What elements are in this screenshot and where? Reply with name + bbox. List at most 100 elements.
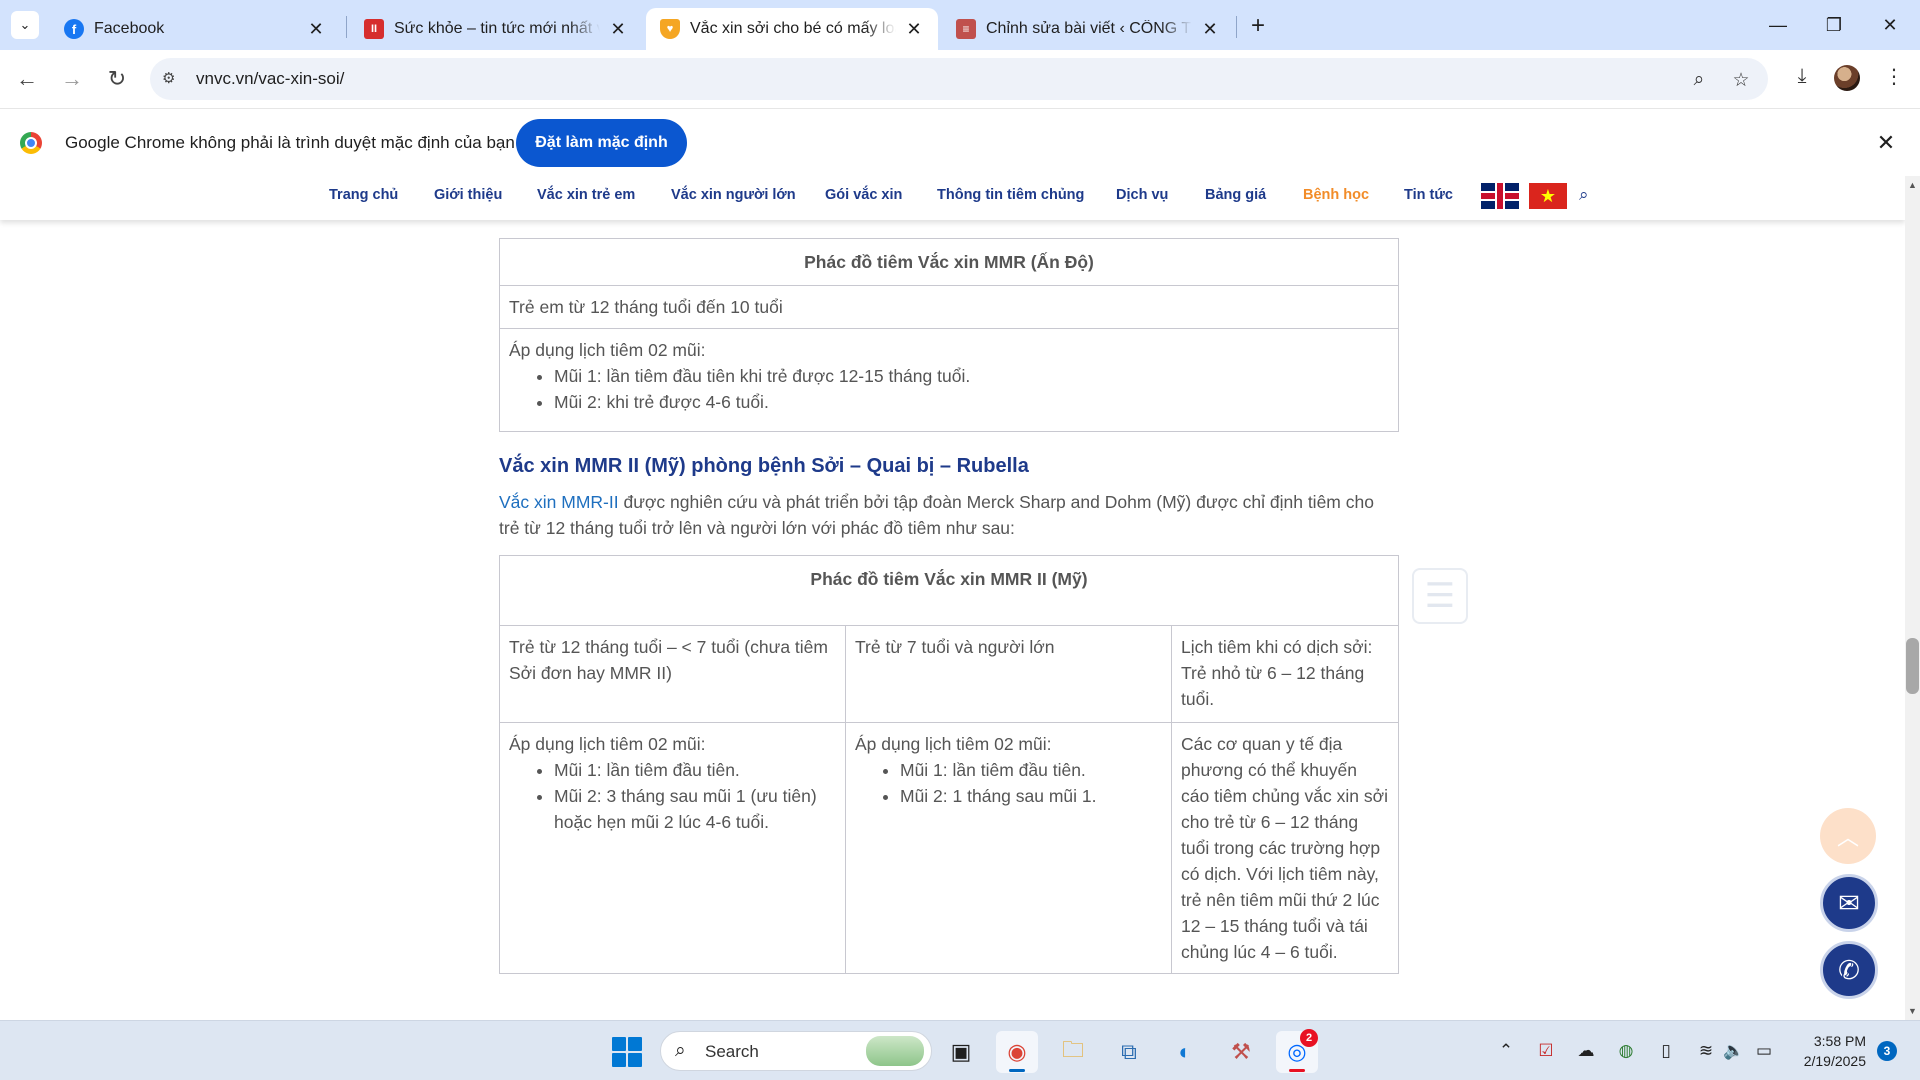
cell-intro: Áp dụng lịch tiêm 02 mũi: (509, 734, 706, 754)
nav-goi-vac-xin[interactable]: Gói vắc xin (825, 187, 902, 203)
chevron-up-icon[interactable]: ⌃ (1494, 1039, 1518, 1063)
nav-tin-tuc[interactable]: Tin tức (1404, 187, 1453, 203)
wordpress-icon: ≡ (956, 19, 976, 39)
minimize-icon: — (1769, 14, 1787, 35)
facebook-icon: f (64, 19, 84, 39)
tab-facebook[interactable]: f Facebook ✕ (50, 8, 340, 50)
screen: ⌄ f Facebook ✕ II Sức khỏe – tin tức mới… (0, 0, 1920, 1080)
restore-button[interactable]: ❐ (1806, 8, 1862, 42)
chevron-down-icon: ⌄ (19, 17, 31, 32)
infobar-message: Google Chrome không phải là trình duyệt … (65, 133, 515, 152)
minimize-button[interactable]: — (1750, 8, 1806, 42)
globe-icon[interactable]: ◍ (1614, 1039, 1638, 1063)
chevron-up-icon: ︿ (1836, 825, 1859, 850)
nav-vac-xin-nguoi-lon[interactable]: Vắc xin người lớn (671, 187, 796, 203)
close-icon: ✕ (1882, 14, 1898, 35)
site-info-icon[interactable]: ⚙ (162, 69, 182, 89)
menu-kebab-icon[interactable]: ⋮ (1880, 62, 1908, 90)
nav-trang-chu[interactable]: Trang chủ (329, 187, 398, 203)
nav-benh-hoc[interactable]: Bệnh học (1303, 187, 1369, 203)
tab-strip: ⌄ f Facebook ✕ II Sức khỏe – tin tức mới… (0, 0, 1920, 50)
table-of-contents-icon[interactable]: ☰ (1412, 568, 1468, 624)
mmr-ii-schedule-table: Phác đồ tiêm Vắc xin MMR II (Mỹ) Trẻ từ … (499, 555, 1399, 974)
messenger-button[interactable]: ✉ (1820, 874, 1878, 932)
close-tab-icon[interactable]: ✕ (608, 19, 628, 39)
app-icon[interactable]: ⧉ (1108, 1031, 1150, 1073)
close-tab-icon[interactable]: ✕ (1200, 19, 1220, 39)
dose-list: Mũi 1: lần tiêm đầu tiên khi trẻ được 12… (509, 363, 1389, 415)
tab-vnvc-active[interactable]: ♥ Vắc xin sởi cho bé có mấy loại? Lịch t… (646, 8, 938, 50)
list-item: Mũi 1: lần tiêm đầu tiên khi trẻ được 12… (554, 363, 1389, 389)
cell-intro: Áp dụng lịch tiêm 02 mũi: (509, 340, 706, 360)
hotline-button[interactable]: ✆ (1820, 941, 1878, 999)
table-cell: Trẻ em từ 12 tháng tuổi đến 10 tuổi (499, 285, 1399, 329)
search-icon[interactable]: ⌕ (1579, 185, 1589, 205)
infobar-close-icon[interactable]: ✕ (1874, 130, 1898, 155)
section-paragraph: Vắc xin MMR-II được nghiên cứu và phát t… (499, 489, 1399, 541)
list-item: Mũi 2: 1 tháng sau mũi 1. (900, 783, 1162, 809)
back-button[interactable]: ← (10, 62, 44, 96)
arrow-right-icon: → (61, 66, 83, 91)
volume-icon[interactable]: 🔈 (1722, 1039, 1746, 1063)
mmr-india-schedule-table: Phác đồ tiêm Vắc xin MMR (Ấn Độ) Trẻ em … (499, 238, 1399, 432)
tab-wordpress[interactable]: ≡ Chỉnh sửa bài viết ‹ CÔNG TY TNHH ✕ (942, 8, 1234, 50)
windows-start-icon[interactable] (612, 1037, 642, 1067)
restore-icon: ❐ (1825, 14, 1843, 35)
reload-button[interactable]: ↻ (100, 62, 134, 96)
tab-title: Sức khỏe – tin tức mới nhất về sức khỏe (394, 20, 600, 37)
scroll-up-arrow-icon[interactable]: ▲ (1905, 178, 1920, 192)
vietnam-flag-icon[interactable]: ★ (1529, 183, 1567, 209)
page-scrollbar[interactable] (1905, 176, 1920, 1020)
clock-time: 3:58 PM (1813, 1033, 1866, 1049)
set-default-button[interactable]: Đặt làm mặc định (516, 119, 687, 167)
cloud-icon[interactable]: ☁ (1574, 1039, 1598, 1063)
nav-thong-tin-tiem-chung[interactable]: Thông tin tiêm chủng (937, 187, 1084, 203)
profile-avatar[interactable] (1834, 65, 1860, 91)
list-item: Mũi 1: lần tiêm đầu tiên. (900, 757, 1162, 783)
edge-icon[interactable]: ◐ (1164, 1031, 1206, 1073)
close-tab-icon[interactable]: ✕ (306, 19, 326, 39)
taskbar-search-box[interactable]: ⌕ Search (660, 1031, 932, 1071)
phone-icon: ✆ (1838, 954, 1860, 985)
bookmark-star-icon[interactable]: ☆ (1730, 69, 1752, 91)
chrome-taskbar-icon[interactable]: ◉ (996, 1031, 1038, 1073)
tab-title: Chỉnh sửa bài viết ‹ CÔNG TY TNHH (986, 20, 1192, 37)
plus-icon: + (1250, 12, 1265, 39)
scroll-down-arrow-icon[interactable]: ▼ (1905, 1004, 1920, 1018)
scrollbar-thumb[interactable] (1906, 638, 1919, 694)
task-view-icon[interactable]: ▣ (940, 1031, 982, 1073)
search-icon: ⌕ (675, 1040, 686, 1061)
list-item: Mũi 2: khi trẻ được 4-6 tuổi. (554, 389, 1389, 415)
site-navigation: Trang chủ Giới thiệu Vắc xin trẻ em Vắc … (0, 176, 1905, 220)
tab-title: Vắc xin sởi cho bé có mấy loại? Lịch tiê… (690, 20, 896, 37)
zoom-icon[interactable]: ⌕ (1688, 69, 1710, 91)
tab-news[interactable]: II Sức khỏe – tin tức mới nhất về sức kh… (350, 8, 642, 50)
tab-search-button[interactable]: ⌄ (11, 11, 39, 39)
tray-app-icon[interactable]: ☑ (1534, 1039, 1558, 1063)
forward-button[interactable]: → (55, 62, 89, 96)
notification-badge[interactable]: 3 (1877, 1041, 1897, 1061)
tool-icon[interactable]: ⚒ (1220, 1031, 1262, 1073)
windows-taskbar: ⌕ Search ▣ ◉ 🗀 ⧉ ◐ ⚒ ◎ 2 ⌃ ☑ ☁ ◍ ▯ ≋ 🔈 ▭ … (0, 1020, 1920, 1080)
address-bar[interactable]: ⚙ vnvc.vn/vac-xin-soi/ ⌕ ☆ (150, 58, 1768, 100)
battery-icon[interactable]: ▭ (1752, 1039, 1776, 1063)
mmr-ii-link[interactable]: Vắc xin MMR-II (499, 492, 619, 512)
nav-gioi-thieu[interactable]: Giới thiệu (434, 187, 502, 203)
table-cell: Trẻ từ 7 tuổi và người lớn (845, 625, 1172, 723)
nav-bang-gia[interactable]: Bảng giá (1205, 187, 1266, 203)
wifi-icon[interactable]: ≋ (1694, 1039, 1718, 1063)
usb-icon[interactable]: ▯ (1654, 1039, 1678, 1063)
clock[interactable]: 3:58 PM 2/19/2025 (1790, 1031, 1866, 1071)
download-icon[interactable]: ⤓ (1788, 62, 1816, 90)
new-tab-button[interactable]: + (1244, 12, 1272, 40)
url-text[interactable]: vnvc.vn/vac-xin-soi/ (196, 69, 344, 89)
close-window-button[interactable]: ✕ (1862, 8, 1918, 42)
close-tab-icon[interactable]: ✕ (904, 19, 924, 39)
file-explorer-icon[interactable]: 🗀 (1052, 1031, 1094, 1073)
nav-vac-xin-tre-em[interactable]: Vắc xin trẻ em (537, 187, 635, 203)
english-flag-icon[interactable] (1481, 183, 1519, 209)
zalo-icon[interactable]: ◎ 2 (1276, 1029, 1318, 1073)
reload-icon: ↻ (107, 66, 127, 91)
scroll-to-top-button[interactable]: ︿ (1820, 808, 1876, 864)
nav-dich-vu[interactable]: Dịch vụ (1116, 187, 1168, 203)
